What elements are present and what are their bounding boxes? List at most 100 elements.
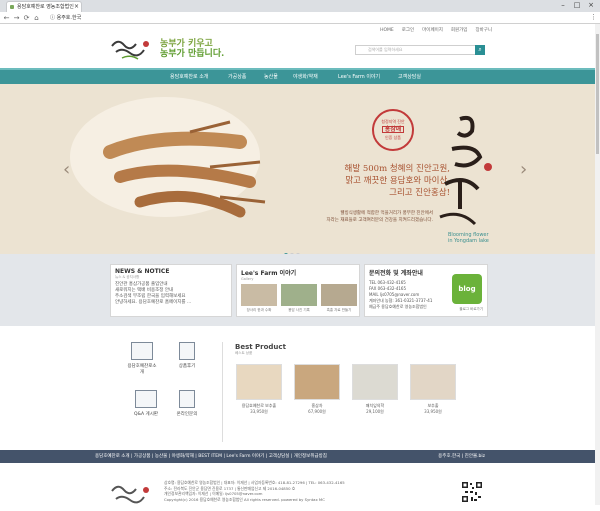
blog-button[interactable]: blog bbox=[452, 274, 482, 304]
slogan-line2: 농부가 만듭니다. bbox=[160, 49, 225, 59]
scrollbar[interactable] bbox=[595, 24, 600, 505]
best-product-title: Best Product bbox=[235, 343, 286, 351]
ginseng-image bbox=[70, 97, 266, 218]
quick-qna-label: Q&A 게시판 bbox=[134, 412, 158, 417]
envelope-icon bbox=[179, 390, 195, 408]
forward-icon[interactable]: → bbox=[12, 13, 21, 23]
gallery-thumb[interactable] bbox=[281, 284, 317, 306]
quick-qna[interactable]: Q&A 게시판 bbox=[131, 390, 161, 417]
top-link-join[interactable]: 회원가입 bbox=[451, 28, 468, 33]
hero-body: 웰빙식생활에 적합한 먹을거리가 풍부한 진안에서 자라는 재료들로 고객여러분… bbox=[255, 210, 433, 224]
search-input[interactable]: 검색어를 입력하세요 ⌕ bbox=[355, 45, 485, 55]
monitor-icon bbox=[131, 342, 153, 360]
hero-banner: 청정지역 진안 홍삼애 인증 상품 해발 500m 청혜의 진안고원, 맑고 깨끗한… bbox=[0, 84, 600, 254]
product-price: 33,950원 bbox=[250, 409, 268, 414]
minimize-icon[interactable]: – bbox=[556, 0, 570, 10]
top-link-home[interactable]: HOME bbox=[380, 28, 394, 33]
gallery-thumb[interactable] bbox=[321, 284, 357, 306]
favicon-icon bbox=[10, 5, 14, 9]
slider-prev-icon[interactable]: ‹ bbox=[63, 159, 70, 180]
gallery-caption: 용담 사진 기록 bbox=[288, 308, 310, 312]
quick-review[interactable]: 상품후기 bbox=[172, 342, 202, 369]
quick-about-label: 용담호예찬로소개 bbox=[127, 364, 157, 375]
hero-body-1: 웰빙식생활에 적합한 먹을거리가 풍부한 진안에서 bbox=[340, 211, 433, 216]
hero-headline-2: 맑고 깨끗한 용담호와 마이산, bbox=[345, 176, 450, 186]
product-card[interactable]: 용담호예찬로 보추출 33,950원 bbox=[236, 364, 282, 415]
company-info: 상호명: 용담호예찬로 영농조합법인 | 대표자: 이재선 | 사업자등록번호:… bbox=[164, 480, 345, 502]
best-product-subtitle: 베스트 상품 bbox=[235, 351, 253, 355]
hero-headline-1: 해발 500m 청혜의 진안고원, bbox=[344, 164, 450, 174]
top-link-login[interactable]: 로그인 bbox=[402, 28, 414, 33]
board-icon bbox=[135, 390, 157, 408]
hero-body-2: 자라는 재료들로 고객여러분의 건강을 지켜드리겠습니다. bbox=[326, 218, 433, 223]
gallery-thumb[interactable] bbox=[241, 284, 277, 306]
slogan-line1: 농부가 키우고 bbox=[160, 39, 213, 49]
search-placeholder: 검색어를 입력하세요 bbox=[368, 47, 403, 52]
top-link-mypage[interactable]: 마이페이지 bbox=[422, 28, 443, 33]
reload-icon[interactable]: ⟳ bbox=[22, 13, 31, 23]
url-text: 용주호.한국 bbox=[56, 15, 82, 21]
stamp-bot: 인증 상품 bbox=[385, 135, 401, 140]
product-image[interactable] bbox=[294, 364, 340, 400]
nav-processed[interactable]: 가공상품 bbox=[228, 73, 246, 80]
home-icon[interactable]: ⌂ bbox=[32, 13, 41, 23]
certification-stamp: 청정지역 진안 홍삼애 인증 상품 bbox=[372, 109, 414, 151]
product-card[interactable]: 흥삼차 67,900원 bbox=[294, 364, 340, 415]
calligraphy-logo bbox=[439, 115, 492, 226]
product-price: 33,950원 bbox=[424, 409, 442, 414]
product-image[interactable] bbox=[352, 364, 398, 400]
nav-customer[interactable]: 고객상담실 bbox=[398, 73, 421, 80]
footer-nav-links[interactable]: 용담호예찬로 소개 | 가공상품 | 농산물 | 야생화/약재 | BEST I… bbox=[95, 453, 327, 459]
gallery-caption: 장사리 한과 수확 bbox=[246, 308, 272, 312]
product-image[interactable] bbox=[236, 364, 282, 400]
product-price: 29,100원 bbox=[366, 409, 384, 414]
tab-title: 용담호예찬로 영농조합법인 bbox=[17, 4, 74, 10]
close-window-icon[interactable]: × bbox=[584, 0, 598, 10]
company-info-line: 상호명: 용담호예찬로 영농조합법인 | 대표자: 이재선 | 사업자등록번호:… bbox=[164, 480, 345, 485]
lees-farm-title[interactable]: Lee's Farm 이야기 bbox=[237, 265, 359, 277]
footer: 상호명: 용담호예찬로 영농조합법인 | 대표자: 이재선 | 사업자등록번호:… bbox=[0, 463, 600, 505]
news-title[interactable]: NEWS & NOTICE bbox=[111, 265, 231, 275]
quick-inquiry[interactable]: 온라인문의 bbox=[172, 390, 202, 417]
company-info-line: Copyright(c) 2016 용담호예찬로 영농조합법인 All righ… bbox=[164, 496, 325, 502]
footer-nav-right[interactable]: 용주호.한국 | 진안몰.biz bbox=[438, 453, 485, 459]
quick-inquiry-label: 온라인문의 bbox=[176, 412, 198, 417]
calligraphy-caption: Blooming flower in Yongdam lake bbox=[448, 232, 489, 244]
close-tab-icon[interactable]: × bbox=[74, 2, 79, 12]
lees-farm-subtitle: Gallery bbox=[241, 277, 254, 281]
blog-caption: 블로그 바로가기 bbox=[459, 307, 483, 311]
main-nav: 용담호예찬로 소개 가공상품 농산물 야생화/약재 Lee's Farm 이야기… bbox=[0, 68, 600, 84]
info-boxes: NEWS & NOTICE 뉴스 & 공지사항 진안관 홍삼가공품 출입안내 새… bbox=[0, 254, 600, 326]
quick-review-label: 상품후기 bbox=[178, 364, 196, 369]
nav-lees-farm[interactable]: Lee's Farm 이야기 bbox=[338, 73, 380, 80]
product-card[interactable]: 패치잎의학 29,100원 bbox=[352, 364, 398, 415]
footer-logo bbox=[111, 485, 149, 504]
menu-icon[interactable]: ⋮ bbox=[590, 13, 597, 21]
news-item[interactable]: 안녕하세요. 용담호예찬로 홈페이지를 ... bbox=[111, 300, 231, 306]
address-bar: ← → ⟳ ⌂ ⓘ 용주호.한국 ⋮ bbox=[0, 12, 600, 24]
quick-about[interactable]: 용담호예찬로소개 bbox=[127, 342, 157, 375]
footer-nav: 용담호예찬로 소개 | 가공상품 | 농산물 | 야생화/약재 | BEST I… bbox=[0, 450, 600, 463]
top-link-cart[interactable]: 장바구니 bbox=[475, 28, 492, 33]
maximize-icon[interactable]: □ bbox=[570, 0, 584, 10]
site-logo[interactable] bbox=[108, 36, 154, 62]
slider-dots bbox=[283, 242, 301, 254]
url-field[interactable]: ⓘ 용주호.한국 bbox=[44, 14, 584, 22]
qr-code bbox=[461, 481, 483, 503]
top-links: HOME 로그인 마이페이지 회원가입 장바구니 bbox=[372, 27, 492, 33]
news-box: NEWS & NOTICE 뉴스 & 공지사항 진안관 홍삼가공품 출입안내 새… bbox=[110, 264, 232, 317]
search-icon[interactable]: ⌕ bbox=[475, 45, 485, 55]
divider bbox=[222, 342, 223, 442]
browser-tab[interactable]: 용담호예찬로 영농조합법인 × bbox=[6, 1, 82, 12]
contact-box: 문의전화 및 계좌안내 TEL 063-432-4165 FAX 063-432… bbox=[364, 264, 488, 317]
slider-next-icon[interactable]: › bbox=[520, 159, 527, 180]
back-icon[interactable]: ← bbox=[2, 13, 11, 23]
product-card[interactable]: 보추출 33,950원 bbox=[410, 364, 456, 415]
product-image[interactable] bbox=[410, 364, 456, 400]
nav-farm[interactable]: 농산물 bbox=[264, 73, 278, 80]
browser-tab-strip: 용담호예찬로 영농조합법인 × – □ × bbox=[0, 0, 600, 12]
scrollbar-thumb[interactable] bbox=[596, 34, 599, 154]
nav-about[interactable]: 용담호예찬로 소개 bbox=[170, 73, 208, 80]
nav-herbs[interactable]: 야생화/약재 bbox=[293, 73, 318, 80]
gallery-caption: 흑홍 자료 만들기 bbox=[326, 308, 352, 312]
